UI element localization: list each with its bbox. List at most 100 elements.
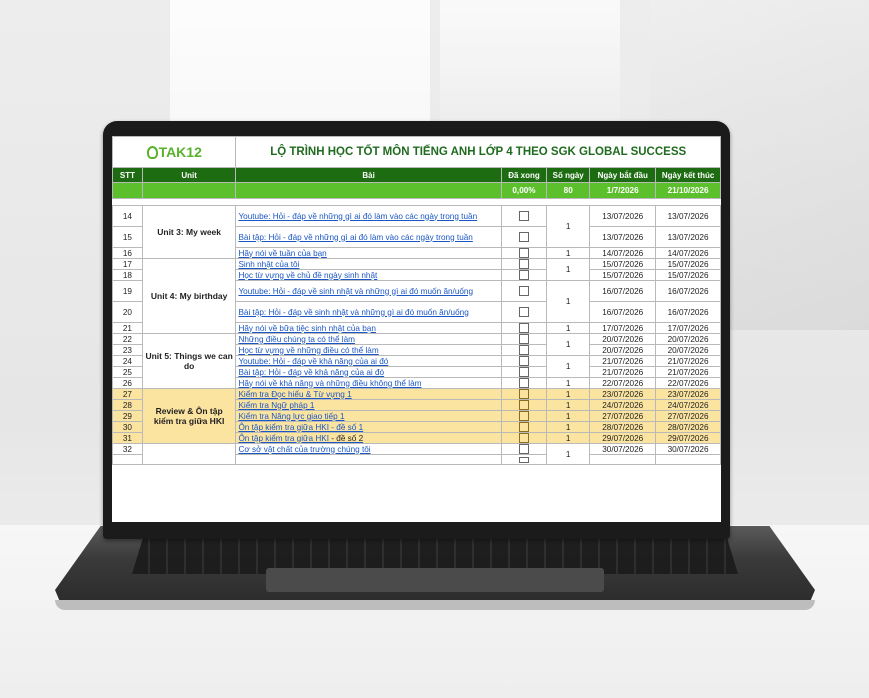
- end-date: 29/07/2026: [655, 432, 721, 444]
- checkbox-icon[interactable]: [518, 411, 529, 421]
- end-date: 13/07/2026: [655, 205, 721, 227]
- checkbox-icon[interactable]: [518, 422, 529, 432]
- lesson-link[interactable]: Bài tập: Hỏi - đáp về sinh nhật và những…: [235, 301, 502, 323]
- checkbox-icon[interactable]: [518, 248, 529, 258]
- checkbox-icon[interactable]: [518, 400, 529, 410]
- start-date: 15/07/2026: [589, 258, 657, 270]
- done-checkbox[interactable]: [500, 258, 548, 270]
- header-start[interactable]: Ngày bắt đầu: [589, 167, 657, 183]
- done-checkbox[interactable]: [500, 280, 548, 302]
- schedule-table: TAK12 LỘ TRÌNH HỌC TỐT MÔN TIẾNG ANH LỚP…: [112, 136, 721, 465]
- row-stt: 16: [112, 247, 143, 259]
- done-checkbox[interactable]: [500, 355, 548, 367]
- checkbox-icon[interactable]: [518, 345, 529, 355]
- days-cell: 1: [546, 443, 591, 465]
- checkbox-icon[interactable]: [518, 286, 529, 296]
- done-checkbox[interactable]: [500, 205, 548, 227]
- lesson-link[interactable]: Cơ sở vật chất của trường chúng tôi: [235, 443, 502, 455]
- checkbox-icon[interactable]: [518, 444, 529, 454]
- done-checkbox[interactable]: [500, 322, 548, 334]
- start-date: 21/07/2026: [589, 366, 657, 378]
- checkbox-icon[interactable]: [518, 389, 529, 399]
- end-date: 15/07/2026: [655, 258, 721, 270]
- start-date: 16/07/2026: [589, 301, 657, 323]
- start-date: 17/07/2026: [589, 322, 657, 334]
- checkbox-icon[interactable]: [518, 334, 529, 344]
- end-date: 23/07/2026: [655, 388, 721, 400]
- end-date: 15/07/2026: [655, 269, 721, 281]
- days-cell: 1: [546, 377, 591, 389]
- trackpad: [266, 568, 604, 592]
- lesson-link[interactable]: Hãy nói về khả năng và những điều không …: [235, 377, 502, 389]
- lesson-link[interactable]: Ôn tập kiểm tra giữa HKI - đề số 2: [235, 432, 502, 444]
- done-checkbox[interactable]: [500, 344, 548, 356]
- lesson-link[interactable]: Hãy nói về tuần của bạn: [235, 247, 502, 259]
- days-cell: 1: [546, 258, 591, 281]
- done-checkbox[interactable]: [500, 443, 548, 455]
- lesson-link[interactable]: Kiểm tra Đọc hiểu & Từ vựng 1: [235, 388, 502, 400]
- header-days[interactable]: Số ngày: [546, 167, 591, 183]
- header-unit[interactable]: Unit: [141, 167, 237, 183]
- end-date: 17/07/2026: [655, 322, 721, 334]
- lesson-link[interactable]: Hãy nói về bữa tiệc sinh nhật của bạn: [235, 322, 502, 334]
- cell: [655, 454, 721, 465]
- checkbox-icon[interactable]: [518, 367, 529, 377]
- checkbox-icon[interactable]: [518, 456, 529, 463]
- done-checkbox[interactable]: [500, 366, 548, 378]
- lesson-link[interactable]: Bài tập: Hỏi - đáp về những gì ai đó làm…: [235, 226, 502, 248]
- done-checkbox[interactable]: [500, 388, 548, 400]
- header-bai[interactable]: Bài: [235, 167, 502, 183]
- lesson-link[interactable]: Học từ vựng về chủ đề ngày sinh nhật: [235, 269, 502, 281]
- end-date: 14/07/2026: [655, 247, 721, 259]
- done-checkbox[interactable]: [500, 247, 548, 259]
- done-checkbox[interactable]: [500, 432, 548, 444]
- days-cell: 1: [546, 421, 591, 433]
- lesson-link[interactable]: Học từ vựng về những điều có thể làm: [235, 344, 502, 356]
- done-checkbox[interactable]: [500, 301, 548, 323]
- checkbox-icon[interactable]: [518, 259, 529, 269]
- spacer-row: [113, 199, 721, 206]
- end-date: 27/07/2026: [655, 410, 721, 422]
- start-date: 22/07/2026: [589, 377, 657, 389]
- done-checkbox[interactable]: [500, 269, 548, 281]
- checkbox-icon[interactable]: [518, 307, 529, 317]
- checkbox-icon[interactable]: [518, 378, 529, 388]
- lesson-link[interactable]: Kiểm tra Năng lực giao tiếp 1: [235, 410, 502, 422]
- table-row: 14 Unit 3: My week Youtube: Hỏi - đáp về…: [112, 205, 721, 259]
- summary-days: 80: [546, 182, 591, 199]
- done-checkbox[interactable]: [500, 226, 548, 248]
- days-cell: 1: [546, 333, 591, 356]
- lesson-link[interactable]: Sinh nhật của tôi: [235, 258, 502, 270]
- checkbox-icon[interactable]: [518, 356, 529, 366]
- row-stt: 25: [112, 366, 143, 378]
- lesson-link[interactable]: Kiểm tra Ngữ pháp 1: [235, 399, 502, 411]
- checkbox-icon[interactable]: [518, 433, 529, 443]
- row-stt: 22: [112, 333, 143, 345]
- row-stt: 26: [112, 377, 143, 389]
- done-checkbox[interactable]: [500, 377, 548, 389]
- header-done[interactable]: Đã xong: [500, 167, 548, 183]
- checkbox-icon[interactable]: [518, 211, 529, 221]
- done-checkbox[interactable]: [500, 454, 548, 465]
- done-checkbox[interactable]: [500, 399, 548, 411]
- done-checkbox[interactable]: [500, 333, 548, 345]
- header-end[interactable]: Ngày kết thúc: [655, 167, 721, 183]
- lesson-link[interactable]: Ôn tập kiểm tra giữa HKI - đề số 1: [235, 421, 502, 433]
- header-stt[interactable]: STT: [112, 167, 143, 183]
- table-row: 22 Unit 5: Things we can do Những điều c…: [112, 333, 721, 389]
- lesson-link[interactable]: Youtube: Hỏi - đáp về những gì ai đó làm…: [235, 205, 502, 227]
- lesson-link[interactable]: Youtube: Hỏi - đáp về sinh nhật và những…: [235, 280, 502, 302]
- end-date: 16/07/2026: [655, 280, 721, 302]
- start-date: 28/07/2026: [589, 421, 657, 433]
- row-stt: 29: [112, 410, 143, 422]
- lesson-link[interactable]: Youtube: Hỏi - đáp về khả năng của ai đó: [235, 355, 502, 367]
- lesson-link[interactable]: Bài tập: Hỏi - đáp về khả năng của ai đó: [235, 366, 502, 378]
- checkbox-icon[interactable]: [518, 270, 529, 280]
- row-stt: 15: [112, 226, 143, 248]
- checkbox-icon[interactable]: [518, 232, 529, 242]
- lesson-link[interactable]: Những điều chúng ta có thể làm: [235, 333, 502, 345]
- checkbox-icon[interactable]: [518, 323, 529, 333]
- cell: [589, 454, 657, 465]
- done-checkbox[interactable]: [500, 421, 548, 433]
- done-checkbox[interactable]: [500, 410, 548, 422]
